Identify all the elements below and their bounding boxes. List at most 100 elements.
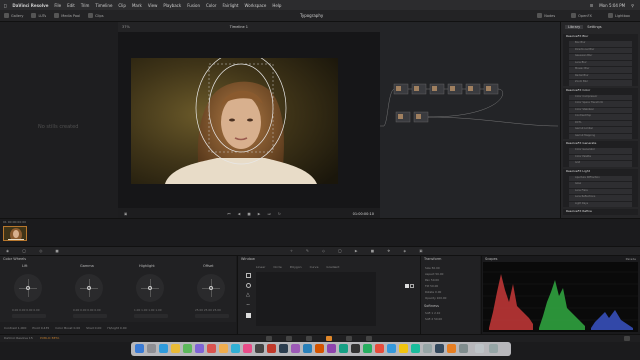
system-preferences-icon[interactable] [423,344,432,353]
gallery-button[interactable]: Gallery [0,13,27,18]
fx-item[interactable]: Lens Reflections [569,195,632,201]
chrome-icon[interactable] [171,344,180,353]
fx-item[interactable]: Color Compressor [569,94,632,100]
menu-file[interactable]: File [54,3,61,8]
menu-workspace[interactable]: Workspace [244,3,266,8]
menu-edit[interactable]: Edit [67,3,75,8]
lift-wheel[interactable] [11,271,45,305]
menu-mark[interactable]: Mark [132,3,142,8]
fx-item[interactable]: Radial Blur [569,73,632,79]
fx-item[interactable]: Color Stabilizer [569,107,632,113]
downloads-icon[interactable] [475,344,484,353]
menu-fusion[interactable]: Fusion [187,3,200,8]
linear-window-icon[interactable] [246,273,251,278]
app-icon[interactable] [447,344,456,353]
launchpad-icon[interactable] [147,344,156,353]
wifi-icon[interactable]: ☰ [590,3,594,8]
gain-wheel-handle[interactable] [148,286,152,290]
palette-left-tools[interactable]: ◉ ◯ ◎ ■ [6,249,65,253]
clip-thumbnail[interactable] [3,226,27,241]
search-icon[interactable]: ⚲ [631,3,634,8]
fx-item[interactable]: Lens Flare [569,188,632,194]
app-icon[interactable] [267,344,276,353]
app-icon[interactable] [459,344,468,353]
node-editor[interactable] [380,22,560,218]
fx-item[interactable]: Grid [569,161,632,167]
menu-color[interactable]: Color [206,3,216,8]
viewer-frame[interactable] [131,58,338,184]
luts-button[interactable]: LUTs [27,13,50,18]
window-shape-list[interactable] [256,272,376,326]
gain-wheel[interactable] [133,271,167,305]
page-deliver-icon[interactable] [366,336,372,341]
app-icon[interactable] [339,344,348,353]
app-icon[interactable] [231,344,240,353]
param-highlights[interactable]: Hi/Light 0.00 [107,326,126,330]
gradient-window-icon[interactable] [246,313,251,318]
after-effects-icon[interactable] [327,344,336,353]
app-icon[interactable] [411,344,420,353]
apple-icon[interactable]:  [4,3,6,8]
app-icon[interactable] [255,344,264,353]
fx-item[interactable]: Gamut Mapping [569,133,632,139]
finder-icon[interactable] [135,344,144,353]
app-icon[interactable] [363,344,372,353]
fx-item[interactable]: Color Generator [569,148,632,154]
window-tab-curve[interactable]: Curve [310,265,319,269]
page-fairlight-icon[interactable] [346,336,352,341]
gamma-wheel-handle[interactable] [87,286,91,290]
softness-row[interactable]: Soft 2 50.00 [425,317,442,321]
fx-item[interactable]: Color Space Transform [569,101,632,107]
menu-clip[interactable]: Clip [118,3,126,8]
app-icon[interactable] [375,344,384,353]
lightbox-button[interactable]: Lightbox [604,13,634,18]
transform-row[interactable]: Tilt 50.00 [425,284,438,288]
page-media-icon[interactable] [266,336,272,341]
viewer-options-icon[interactable]: ▣ [124,212,127,216]
lift-master-slider[interactable] [12,314,46,318]
param-color-boost[interactable]: Color Boost 0.00 [55,326,80,330]
offset-wheel[interactable] [194,271,228,305]
menu-help[interactable]: Help [272,3,281,8]
palette-center-tools[interactable]: ✧ ✎ ◇ ◯ ▶ ■ ❖ ◈ ▣ [290,249,429,253]
polygon-window-icon[interactable]: △ [246,293,251,298]
fx-item[interactable]: Aperture Diffraction [569,175,632,181]
safari-icon[interactable] [159,344,168,353]
transform-row[interactable]: Opacity 100.00 [425,296,446,300]
softness-row[interactable]: Soft 1 2.10 [425,311,440,315]
menubar-clock[interactable]: Mon 5:04 PM [599,3,625,8]
curve-window-icon[interactable]: ∼ [246,303,251,308]
transform-row[interactable]: Rotate 0.00 [425,290,441,294]
fx-tab-settings[interactable]: Settings [587,25,601,29]
fx-item[interactable]: Lens Blur [569,60,632,66]
photoshop-icon[interactable] [303,344,312,353]
param-pivot[interactable]: Pivot 0.435 [32,326,49,330]
app-icon[interactable] [399,344,408,353]
media-pool-button[interactable]: Media Pool [50,13,84,18]
viewer-zoom[interactable]: 37% [122,25,130,29]
fx-item[interactable]: Directional Blur [569,47,632,53]
gain-master-slider[interactable] [134,314,168,318]
fx-item[interactable]: Gaussian Blur [569,54,632,60]
transform-row[interactable]: Size 50.00 [425,266,440,270]
menu-fairlight[interactable]: Fairlight [222,3,238,8]
fx-item[interactable]: Gamut Limiter [569,127,632,133]
menu-playback[interactable]: Playback [163,3,181,8]
trash-icon[interactable] [489,344,498,353]
viewer-timeline-name[interactable]: Timeline 1 [230,25,248,29]
window-tab-gradient[interactable]: Gradient [326,265,339,269]
openfx-button[interactable]: OpenFX [567,13,596,18]
transport-controls[interactable]: ⏮ ◀ ■ ▶ ⏭ ↻ [227,212,284,216]
page-fusion-icon[interactable] [306,336,312,341]
fx-item[interactable]: Contrast Pop [569,114,632,120]
menu-view[interactable]: View [148,3,158,8]
gamma-master-slider[interactable] [73,314,107,318]
offset-master-slider[interactable] [195,314,229,318]
app-icon[interactable] [279,344,288,353]
page-edit-icon[interactable] [286,336,292,341]
window-tab-polygon[interactable]: Polygon [290,265,302,269]
fx-item[interactable]: DCTL [569,120,632,126]
circle-window-icon[interactable] [246,283,251,288]
nodes-button[interactable]: Nodes [533,13,559,18]
app-menu-name[interactable]: DaVinci Resolve [12,3,48,8]
